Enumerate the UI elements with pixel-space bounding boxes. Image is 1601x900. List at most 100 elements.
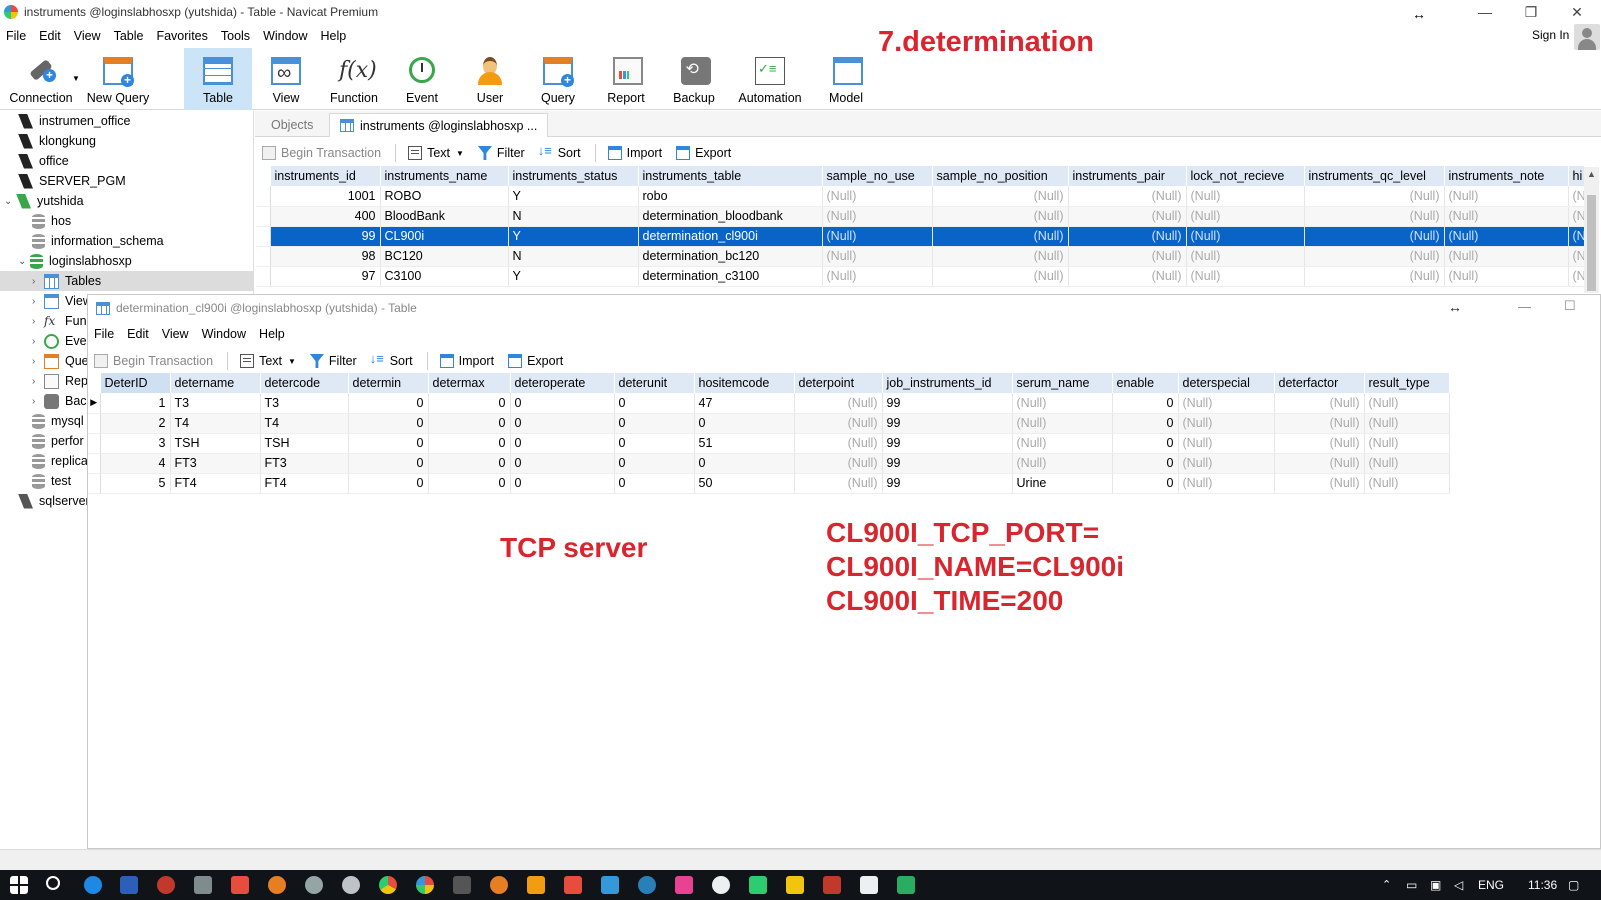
scrollbar-thumb[interactable] [1587, 195, 1596, 291]
table-cell[interactable]: (Null) [1186, 226, 1305, 247]
table-cell[interactable]: (Null) [1178, 393, 1275, 414]
chevron-right-icon[interactable]: › [32, 336, 44, 347]
table-cell[interactable]: 98 [270, 246, 381, 267]
row-indicator[interactable]: ▶ [88, 393, 101, 414]
column-header-instruments-table[interactable]: instruments_table [638, 166, 823, 186]
column-header-sample-no-position[interactable]: sample_no_position [932, 166, 1069, 186]
backup-button[interactable]: Backup [660, 48, 728, 110]
column-header-detername[interactable]: detername [170, 373, 261, 393]
row-indicator[interactable]: › [256, 226, 271, 247]
table-cell[interactable]: (Null) [1068, 206, 1187, 227]
chevron-right-icon[interactable]: › [32, 356, 44, 367]
menu-table[interactable]: Table [114, 29, 144, 43]
windows-start-icon[interactable] [10, 876, 28, 894]
table-cell[interactable]: (Null) [822, 246, 933, 267]
app-icon[interactable] [675, 876, 693, 894]
row-indicator[interactable] [88, 453, 101, 474]
event-button[interactable]: Event [388, 48, 456, 110]
table-cell[interactable]: (Null) [1274, 433, 1365, 454]
chevron-up-icon[interactable]: ▲ [1587, 169, 1596, 179]
row-indicator[interactable] [88, 433, 101, 454]
column-header-deterid[interactable]: DeterID [100, 373, 171, 393]
column-header-instruments-pair[interactable]: instruments_pair [1068, 166, 1187, 186]
table-cell[interactable]: (Null) [794, 413, 883, 434]
tree-item-performance-schema[interactable]: perfor [0, 431, 87, 451]
chevron-down-icon[interactable]: ⌄ [4, 196, 16, 207]
table-cell[interactable]: 0 [694, 413, 795, 434]
battery-icon[interactable]: ▭ [1406, 870, 1417, 900]
table-cell[interactable]: (N [1568, 186, 1585, 207]
app-icon[interactable] [527, 876, 545, 894]
table-cell[interactable]: (Null) [822, 226, 933, 247]
edge-icon[interactable] [84, 876, 102, 894]
table-cell[interactable]: (Null) [1012, 433, 1113, 454]
table-row[interactable]: 4 FT3 FT3 0 0 0 0 0 (Null) 99 (Null) 0 (Null) (Null)(… [88, 453, 1450, 474]
app-icon[interactable] [897, 876, 915, 894]
table-cell[interactable]: BloodBank [380, 206, 509, 227]
table-cell[interactable]: (Null) [932, 226, 1069, 247]
import-button[interactable]: Import [439, 354, 494, 368]
network-icon[interactable]: ▣ [1430, 870, 1441, 900]
column-header-determax[interactable]: determax [428, 373, 511, 393]
tree-item-sqlserver[interactable]: sqlserver [0, 491, 87, 511]
row-indicator[interactable] [256, 206, 271, 227]
vscode-icon[interactable] [120, 876, 138, 894]
filter-button[interactable]: Filter [309, 354, 357, 368]
table-cell[interactable]: 0 [510, 453, 615, 474]
app-icon[interactable] [231, 876, 249, 894]
table-cell[interactable]: (Null) [1444, 186, 1569, 207]
table-cell[interactable]: (Null) [1178, 433, 1275, 454]
app-icon[interactable] [490, 876, 508, 894]
table-cell[interactable]: (Null) [822, 266, 933, 287]
chevron-down-icon[interactable]: ▼ [72, 74, 80, 83]
menu-help[interactable]: Help [321, 29, 347, 43]
volume-icon[interactable]: ◁ [1454, 870, 1463, 900]
column-header-result-type[interactable]: result_type [1364, 373, 1450, 393]
report-button[interactable]: Report [592, 48, 660, 110]
table-cell[interactable]: (Null) [822, 186, 933, 207]
table-cell[interactable]: 0 [428, 433, 511, 454]
inner-menu-window[interactable]: Window [202, 327, 246, 341]
table-cell[interactable]: 0 [348, 433, 429, 454]
table-row[interactable]: ▶ 1 T3 T3 0 0 0 0 47 (Null) 99 (Null) 0 (Null) (Null)(… [88, 393, 1450, 414]
chevron-right-icon[interactable]: › [32, 296, 44, 307]
pdf-icon[interactable] [823, 876, 841, 894]
table-cell[interactable]: (Null) [1304, 186, 1445, 207]
table-cell[interactable]: determination_bloodbank [638, 206, 823, 227]
table-cell[interactable]: (Null) [1186, 246, 1305, 267]
table-cell[interactable]: 1 [100, 393, 171, 414]
table-cell[interactable]: 0 [428, 393, 511, 414]
automation-button[interactable]: Automation [728, 48, 812, 110]
table-row[interactable]: 2 T4 T4 0 0 0 0 0 (Null) 99 (Null) 0 (Null) (Null) (Nu… [88, 413, 1450, 434]
row-indicator[interactable] [256, 266, 271, 287]
table-cell[interactable]: (Null) [1068, 226, 1187, 247]
column-header-instruments-note[interactable]: instruments_note [1444, 166, 1569, 186]
chrome-icon[interactable] [379, 876, 397, 894]
table-cell[interactable]: BC120 [380, 246, 509, 267]
vertical-scrollbar[interactable]: ▲ [1584, 167, 1599, 293]
sign-in-link[interactable]: Sign In [1532, 28, 1569, 42]
table-cell[interactable]: FT3 [260, 453, 349, 474]
sort-button[interactable]: Sort [538, 143, 581, 160]
view-button[interactable]: View [252, 48, 320, 110]
column-header-instruments-name[interactable]: instruments_name [380, 166, 509, 186]
table-cell[interactable]: (Null) [1274, 393, 1365, 414]
chevron-right-icon[interactable]: › [32, 376, 44, 387]
table-cell[interactable]: TSH [260, 433, 349, 454]
table-cell[interactable]: (Null) [1274, 473, 1365, 494]
search-icon[interactable] [46, 876, 60, 890]
table-cell[interactable]: (Null) [1304, 246, 1445, 267]
row-indicator[interactable] [256, 246, 271, 267]
filter-button[interactable]: Filter [477, 146, 525, 160]
table-cell[interactable]: 47 [694, 393, 795, 414]
row-indicator[interactable] [256, 186, 271, 207]
table-row[interactable]: 5 FT4 FT4 0 0 0 0 50 (Null) 99 Urine 0 (Null) (Null)(… [88, 473, 1450, 494]
app-icon[interactable] [712, 876, 730, 894]
table-cell[interactable]: (Null) [1186, 186, 1305, 207]
table-cell[interactable]: (N [1568, 226, 1585, 247]
table-cell[interactable]: (Null) [1274, 453, 1365, 474]
table-cell[interactable]: determination_cl900i [638, 226, 823, 247]
table-cell[interactable]: (Null) [1304, 226, 1445, 247]
table-cell[interactable]: 0 [428, 413, 511, 434]
table-cell[interactable]: FT4 [170, 473, 261, 494]
